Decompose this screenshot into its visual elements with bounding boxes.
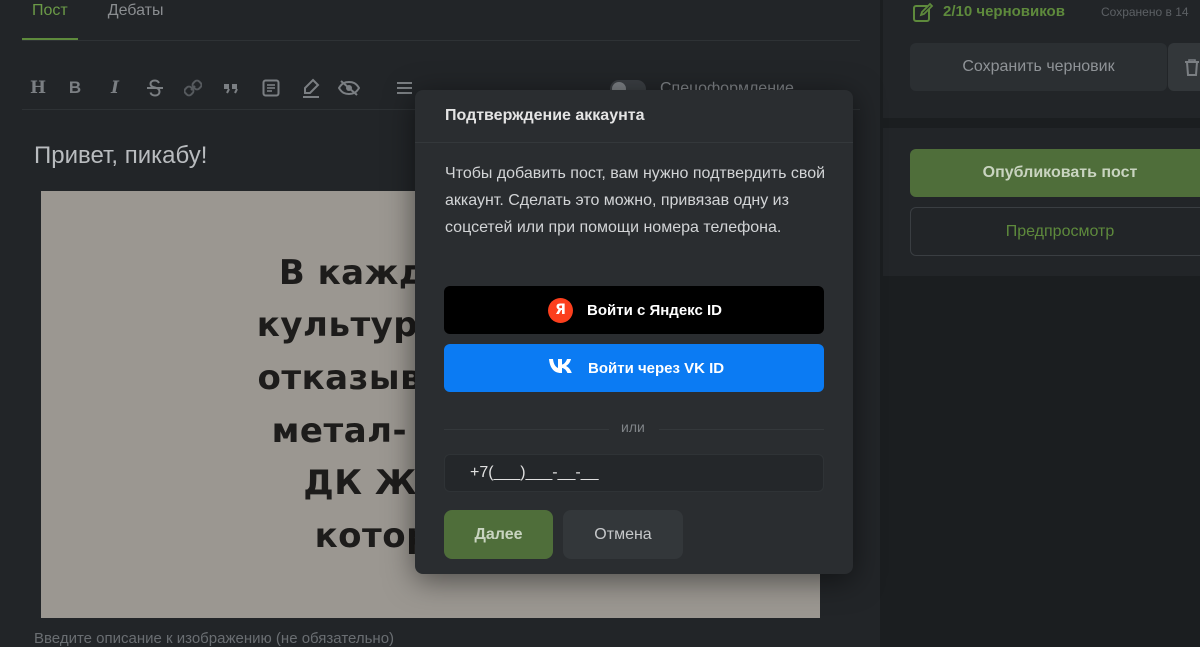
vk-logo-icon (548, 358, 574, 378)
hidden-eye-icon[interactable] (338, 78, 360, 100)
drafts-counter[interactable]: 2/10 черновиков (943, 3, 1065, 20)
image-caption-input[interactable]: Введите описание к изображению (не обяза… (34, 630, 394, 647)
text-block-icon[interactable] (262, 78, 280, 100)
tab-debates[interactable]: Дебаты (98, 0, 174, 40)
publish-post-button[interactable]: Опубликовать пост (910, 149, 1200, 197)
modal-divider (415, 142, 853, 143)
tab-post[interactable]: Пост (22, 0, 78, 40)
phone-input[interactable]: +7(___)___-__-__ (444, 454, 824, 492)
strikethrough-icon[interactable] (146, 78, 164, 100)
tabs-divider (22, 40, 860, 41)
yandex-logo-icon: Я (548, 297, 573, 323)
modal-title: Подтверждение аккаунта (445, 107, 645, 124)
cancel-button[interactable]: Отмена (563, 510, 683, 559)
vk-login-button[interactable]: Войти через VK ID (444, 344, 824, 392)
next-button[interactable]: Далее (444, 510, 553, 559)
saved-status: Сохранено в 14 (1101, 5, 1189, 19)
yandex-login-button[interactable]: Я Войти с Яндекс ID (444, 286, 824, 334)
highlighter-icon[interactable] (302, 78, 320, 100)
editor-tabs: Пост Дебаты (22, 0, 173, 40)
preview-button[interactable]: Предпросмотр (910, 207, 1200, 256)
heading-button[interactable]: H (30, 78, 46, 100)
post-title-input[interactable]: Привет, пикабу! (34, 142, 207, 170)
bullet-list-icon[interactable] (394, 78, 414, 100)
quote-icon[interactable] (222, 78, 240, 100)
edit-icon (912, 2, 934, 29)
link-icon[interactable] (184, 78, 202, 100)
delete-draft-button[interactable] (1168, 43, 1200, 91)
bold-button[interactable]: B (68, 78, 82, 100)
save-draft-button[interactable]: Сохранить черновик (910, 43, 1167, 91)
yandex-login-label: Войти с Яндекс ID (587, 301, 722, 319)
modal-message: Чтобы добавить пост, вам нужно подтверди… (445, 165, 826, 236)
or-divider-right (659, 429, 824, 430)
or-divider-left (444, 429, 609, 430)
or-label: или (621, 419, 645, 435)
account-confirm-modal: Подтверждение аккаунта Чтобы добавить по… (415, 90, 853, 574)
vk-login-label: Войти через VK ID (588, 359, 725, 377)
italic-button[interactable]: I (108, 78, 122, 100)
